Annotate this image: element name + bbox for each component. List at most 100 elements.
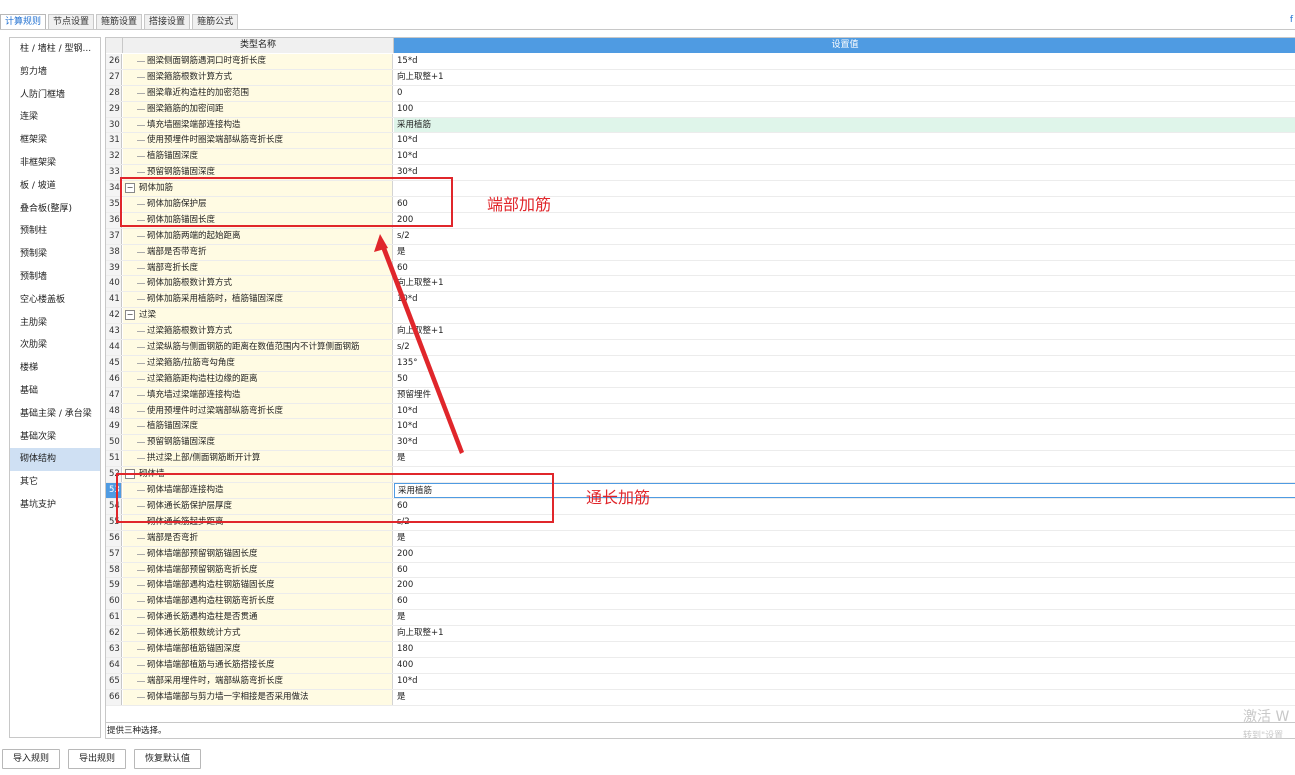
table-row[interactable]: 60 砌体墙端部遇构造柱钢筋弯折长度 60 (106, 594, 1295, 611)
table-row[interactable]: 31 使用预埋件时圈梁端部纵筋弯折长度 10*d (106, 133, 1295, 150)
table-row[interactable]: 30 填充墙圈梁端部连接构造 采用植筋 (106, 117, 1295, 134)
setting-value-cell[interactable]: 向上取整+1 (394, 276, 1295, 291)
sidebar-item[interactable]: 砌体结构 (10, 448, 100, 472)
table-row[interactable]: 64 砌体墙端部植筋与通长筋搭接长度 400 (106, 657, 1295, 674)
setting-value-cell[interactable]: 采用植筋 (394, 117, 1295, 133)
table-row[interactable]: 26 圈梁侧面钢筋遇洞口时弯折长度 15*d (106, 54, 1295, 70)
table-row[interactable]: 58 砌体墙端部预留钢筋弯折长度 60 (106, 562, 1295, 579)
table-row[interactable]: 41 砌体加筋采用植筋时，植筋锚固深度 10*d (106, 292, 1295, 309)
setting-value-cell[interactable]: 预留埋件 (394, 388, 1295, 403)
setting-value-cell[interactable]: 向上取整+1 (394, 626, 1295, 641)
sidebar-item[interactable]: 基础 (10, 380, 100, 403)
table-row[interactable]: 46 过梁箍筋距构造柱边缘的距离 50 (106, 371, 1295, 388)
setting-value-cell[interactable] (394, 308, 1295, 323)
setting-value-cell[interactable]: 180 (394, 642, 1295, 657)
setting-value-cell[interactable]: 400 (394, 658, 1295, 673)
setting-value-cell[interactable]: 60 (394, 594, 1295, 609)
setting-value-cell[interactable]: 是 (394, 610, 1295, 625)
table-row[interactable]: 29 圈梁箍筋的加密间距 100 (106, 101, 1295, 118)
tab-stirrup-settings[interactable]: 箍筋设置 (96, 14, 143, 29)
table-row[interactable]: 62 砌体通长筋根数统计方式 向上取整+1 (106, 626, 1295, 642)
sidebar-item[interactable]: 次肋梁 (10, 334, 100, 357)
tab-calc-rules[interactable]: 计算规则 (0, 14, 47, 29)
sidebar-item[interactable]: 框架梁 (10, 129, 100, 152)
setting-value-cell[interactable]: 10*d (394, 419, 1295, 434)
sidebar-item[interactable]: 板 / 坡道 (10, 175, 100, 198)
table-row[interactable]: 66 砌体墙端部与剪力墙一字相接是否采用做法 是 (106, 689, 1295, 706)
table-row[interactable]: 45 过梁箍筋/拉筋弯勾角度 135° (106, 355, 1295, 372)
sidebar-item[interactable]: 基础主梁 / 承台梁 (10, 403, 100, 426)
sidebar-item[interactable]: 非框架梁 (10, 152, 100, 175)
setting-value-cell[interactable]: 200 (394, 578, 1295, 593)
sidebar-item[interactable]: 其它 (10, 471, 100, 494)
sidebar-item[interactable]: 基坑支护 (10, 494, 100, 517)
sidebar-item[interactable]: 人防门框墙 (10, 84, 100, 107)
setting-value-cell[interactable]: 0 (394, 86, 1295, 101)
setting-value-cell[interactable]: 向上取整+1 (394, 324, 1295, 339)
table-row[interactable]: 63 砌体墙端部植筋锚固深度 180 (106, 641, 1295, 658)
table-row[interactable]: 48 使用预埋件时过梁端部纵筋弯折长度 10*d (106, 403, 1295, 420)
setting-value-cell[interactable]: 200 (394, 213, 1295, 228)
tab-stirrup-formula[interactable]: 箍筋公式 (192, 14, 239, 29)
sidebar-item[interactable]: 预制柱 (10, 220, 100, 243)
table-row[interactable]: 47 填充墙过梁端部连接构造 预留埋件 (106, 387, 1295, 404)
table-row[interactable]: 27 圈梁箍筋根数计算方式 向上取整+1 (106, 69, 1295, 86)
sidebar-item[interactable]: 预制梁 (10, 243, 100, 266)
setting-value-cell[interactable]: 200 (394, 547, 1295, 562)
type-name-label: 砌体通长筋根数统计方式 (147, 628, 241, 639)
table-row[interactable]: 65 端部采用埋件时，端部纵筋弯折长度 10*d (106, 673, 1295, 690)
table-row[interactable]: 56 端部是否弯折 是 (106, 530, 1295, 547)
setting-value-cell[interactable]: 10*d (394, 133, 1295, 148)
table-row[interactable]: 49 植筋锚固深度 10*d (106, 419, 1295, 436)
setting-value-cell[interactable]: s/2 (394, 229, 1295, 244)
tree-line-icon (137, 347, 145, 349)
table-row[interactable]: 59 砌体墙端部遇构造柱钢筋锚固长度 200 (106, 578, 1295, 595)
import-rules-button[interactable]: 导入规则 (2, 749, 61, 769)
sidebar-item[interactable]: 预制墙 (10, 266, 100, 289)
setting-value-cell[interactable]: 10*d (394, 674, 1295, 689)
table-row[interactable]: 57 砌体墙端部预留钢筋锚固长度 200 (106, 546, 1295, 563)
sidebar-item[interactable]: 剪力墙 (10, 61, 100, 84)
sidebar-item[interactable]: 连梁 (10, 106, 100, 129)
setting-value-cell[interactable]: 是 (394, 531, 1295, 546)
setting-value-cell[interactable]: 10*d (394, 404, 1295, 419)
table-row[interactable]: 50 预留钢筋锚固深度 30*d (106, 435, 1295, 452)
setting-value-cell[interactable]: 60 (394, 563, 1295, 578)
setting-value-cell[interactable]: 100 (394, 102, 1295, 117)
setting-value-cell[interactable]: 10*d (394, 292, 1295, 307)
collapse-icon[interactable]: − (125, 310, 135, 321)
table-row[interactable]: 38 端部是否带弯折 是 (106, 244, 1295, 261)
sidebar-item[interactable]: 主肋梁 (10, 312, 100, 335)
setting-value-cell[interactable]: 是 (394, 245, 1295, 260)
group-row[interactable]: 42− 过梁 (106, 308, 1295, 325)
setting-value-cell[interactable]: 30*d (394, 435, 1295, 450)
table-row[interactable]: 43 过梁箍筋根数计算方式 向上取整+1 (106, 324, 1295, 341)
table-row[interactable]: 44 过梁纵筋与侧面钢筋的距离在数值范围内不计算侧面钢筋 s/2 (106, 340, 1295, 356)
setting-value-cell[interactable]: 向上取整+1 (394, 70, 1295, 85)
table-row[interactable]: 51 拱过梁上部/侧面钢筋断开计算 是 (106, 451, 1295, 468)
setting-value-cell[interactable]: 30*d (394, 165, 1295, 180)
setting-value-cell[interactable]: 15*d (394, 54, 1295, 69)
table-row[interactable]: 40 砌体加筋根数计算方式 向上取整+1 (106, 276, 1295, 293)
sidebar-item[interactable]: 基础次梁 (10, 426, 100, 449)
table-row[interactable]: 32 植筋锚固深度 10*d (106, 149, 1295, 166)
table-row[interactable]: 61 砌体通长筋遇构造柱是否贯通 是 (106, 610, 1295, 627)
export-rules-button[interactable]: 导出规则 (68, 749, 127, 769)
sidebar-item[interactable]: 叠合板(整厚) (10, 198, 100, 221)
setting-value-cell[interactable]: 135° (394, 356, 1295, 371)
tab-node-settings[interactable]: 节点设置 (48, 14, 95, 29)
setting-value-cell[interactable]: 60 (394, 261, 1295, 276)
setting-value-cell[interactable]: 10*d (394, 149, 1295, 164)
sidebar-item[interactable]: 空心楼盖板 (10, 289, 100, 312)
table-row[interactable]: 39 端部弯折长度 60 (106, 260, 1295, 277)
table-row[interactable]: 37 砌体加筋两端的起始距离 s/2 (106, 228, 1295, 245)
restore-defaults-button[interactable]: 恢复默认值 (134, 749, 202, 769)
setting-value-cell[interactable]: 50 (394, 372, 1295, 387)
sidebar-item[interactable]: 柱 / 墙柱 / 型钢... (10, 38, 100, 61)
table-row[interactable]: 28 圈梁靠近构造柱的加密范围 0 (106, 85, 1295, 102)
setting-value-cell[interactable]: 是 (394, 690, 1295, 705)
sidebar-item[interactable]: 楼梯 (10, 357, 100, 380)
setting-value-cell[interactable]: 是 (394, 451, 1295, 466)
tab-lap-settings[interactable]: 搭接设置 (144, 14, 191, 29)
setting-value-cell[interactable]: s/2 (394, 340, 1295, 355)
